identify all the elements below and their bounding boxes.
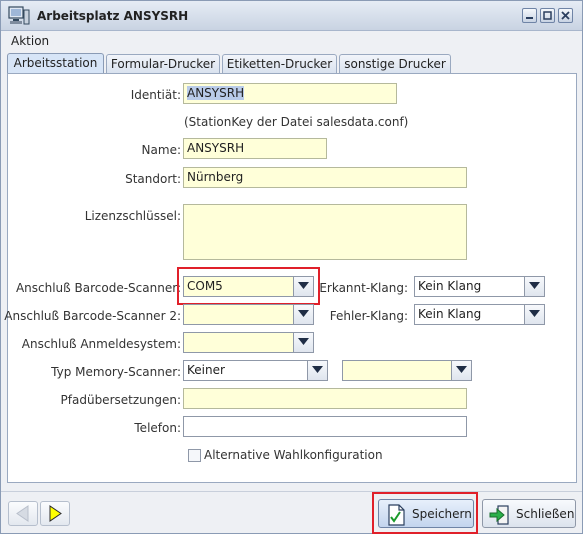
memory-scanner-extra-combo[interactable]	[342, 360, 472, 381]
barcode-scanner-label: Anschluß Barcode-Scanner:	[15, 281, 181, 295]
tab-bar: Arbeitsstation Formular-Drucker Etikette…	[7, 53, 577, 74]
minimize-button[interactable]	[522, 8, 537, 23]
barcode-scanner-highlight	[177, 267, 320, 305]
error-sound-label: Fehler-Klang:	[329, 309, 408, 323]
location-label: Standort:	[125, 172, 181, 186]
chevron-down-icon	[529, 282, 540, 289]
workstation-icon	[8, 6, 30, 25]
login-system-combo[interactable]	[183, 332, 314, 353]
path-translations-field[interactable]	[183, 388, 467, 409]
stationkey-note: (StationKey der Datei salesdata.conf)	[184, 115, 409, 129]
workstation-panel: Identiät: ANSYSRH (StationKey der Datei …	[4, 73, 577, 483]
next-button[interactable]	[40, 501, 70, 526]
memory-scanner-combo[interactable]: Keiner	[183, 360, 328, 381]
barcode-scanner-2-label: Anschluß Barcode-Scanner 2:	[4, 309, 181, 323]
close-icon	[561, 11, 570, 20]
window-title: Arbeitsplatz ANSYSRH	[37, 9, 189, 23]
alt-dial-config-checkbox[interactable]	[188, 449, 201, 462]
chevron-down-icon	[456, 366, 467, 373]
alt-dial-config-label: Alternative Wahlkonfiguration	[204, 448, 383, 462]
license-key-label: Lizenzschlüssel:	[84, 209, 181, 223]
menu-aktion[interactable]: Aktion	[11, 34, 49, 48]
barcode-scanner-2-combo[interactable]	[183, 304, 314, 325]
chevron-down-icon	[312, 366, 323, 373]
license-key-textarea[interactable]	[183, 204, 467, 260]
minimize-icon	[526, 17, 533, 19]
title-bar[interactable]: Arbeitsplatz ANSYSRH	[1, 1, 582, 31]
maximize-icon	[543, 11, 552, 20]
recognized-sound-combo[interactable]: Kein Klang	[414, 276, 545, 297]
error-sound-dropdown-button[interactable]	[524, 305, 544, 324]
login-system-label: Anschluß Anmeldesystem:	[21, 337, 181, 351]
recognized-sound-dropdown-button[interactable]	[524, 277, 544, 296]
app-window: Arbeitsplatz ANSYSRH Aktion Arbeitsstati…	[0, 0, 583, 534]
menu-bar: Aktion	[1, 31, 582, 51]
phone-field[interactable]	[183, 416, 467, 437]
identity-value: ANSYSRH	[187, 86, 245, 100]
location-field[interactable]: Nürnberg	[183, 167, 467, 188]
name-label: Name:	[141, 143, 181, 157]
error-sound-value: Kein Klang	[418, 307, 482, 321]
exit-arrow-icon	[489, 505, 509, 525]
previous-button[interactable]	[8, 501, 38, 526]
memory-scanner-value: Keiner	[187, 363, 225, 377]
memory-scanner-extra-dropdown-button[interactable]	[451, 361, 471, 380]
memory-scanner-label: Typ Memory-Scanner:	[51, 365, 181, 379]
close-window-button[interactable]	[558, 8, 573, 23]
identity-label: Identiät:	[130, 88, 181, 102]
close-button[interactable]: Schließen	[482, 499, 576, 528]
arrow-left-icon	[16, 505, 29, 522]
chevron-down-icon	[298, 338, 309, 345]
bottom-toolbar: Speichern Schließen	[1, 491, 582, 534]
chevron-down-icon	[529, 310, 540, 317]
name-field[interactable]: ANSYSRH	[183, 138, 327, 159]
identity-field[interactable]: ANSYSRH	[183, 83, 397, 104]
memory-scanner-dropdown-button[interactable]	[307, 361, 327, 380]
tab-etiketten-drucker[interactable]: Etiketten-Drucker	[222, 54, 337, 74]
error-sound-combo[interactable]: Kein Klang	[414, 304, 545, 325]
arrow-right-icon	[49, 505, 62, 522]
recognized-sound-label: Erkannt-Klang:	[319, 281, 408, 295]
maximize-button[interactable]	[540, 8, 555, 23]
recognized-sound-value: Kein Klang	[418, 279, 482, 293]
tab-sonstige-drucker[interactable]: sonstige Drucker	[339, 54, 451, 74]
save-button-highlight	[372, 492, 478, 534]
phone-label: Telefon:	[134, 421, 181, 435]
login-system-dropdown-button[interactable]	[293, 333, 313, 352]
chevron-down-icon	[298, 310, 309, 317]
tab-arbeitsstation[interactable]: Arbeitsstation	[7, 53, 104, 74]
barcode-scanner-2-dropdown-button[interactable]	[293, 305, 313, 324]
tab-formular-drucker[interactable]: Formular-Drucker	[106, 54, 220, 74]
path-translations-label: Pfadübersetzungen:	[60, 393, 181, 407]
close-button-label: Schließen	[516, 507, 575, 521]
